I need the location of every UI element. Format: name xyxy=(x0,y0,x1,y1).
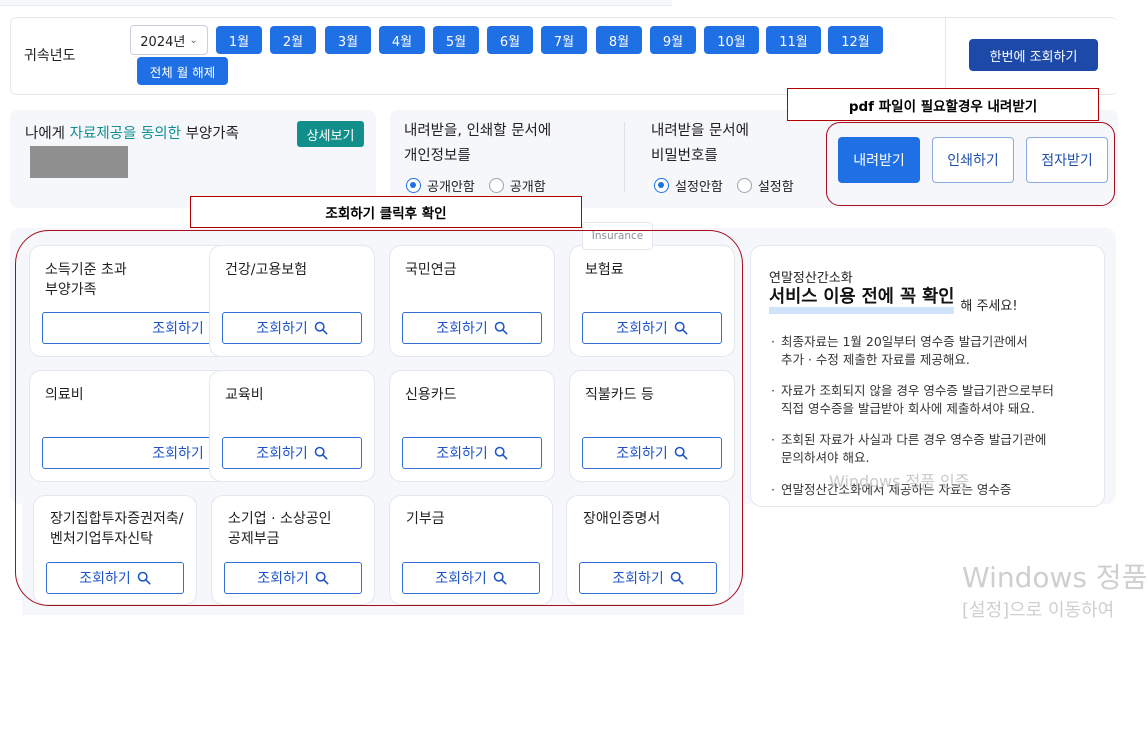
dependents-title: 나에게 자료제공을 동의한 부양가족 xyxy=(25,122,239,143)
year-label: 귀속년도 xyxy=(24,48,76,64)
notice-tail: 해 주세요! xyxy=(960,299,1018,314)
privacy-radio-hide[interactable] xyxy=(406,178,421,193)
password-title-line2: 비밀번호를 xyxy=(651,148,718,164)
privacy-radio-group: 공개안함 공개함 xyxy=(406,176,546,195)
password-radio-none[interactable] xyxy=(654,178,669,193)
password-option-title: 내려받을 문서에 비밀번호를 xyxy=(651,119,749,169)
month-button[interactable]: 4월 xyxy=(379,26,425,54)
query-annotation: 조회하기 클릭후 확인 xyxy=(190,196,582,228)
notice-card: 연말정산간소화 서비스 이용 전에 꼭 확인 해 주세요! 최종자료는 1월 2… xyxy=(750,245,1105,507)
month-button[interactable]: 9월 xyxy=(650,26,696,54)
dependents-title-pre: 나에게 xyxy=(25,126,70,142)
privacy-option-hide-label: 공개안함 xyxy=(427,180,475,195)
notice-bullet-line: 조회된 자료가 사실과 다른 경우 영수증 발급기관에 xyxy=(781,432,1047,447)
month-button[interactable]: 10월 xyxy=(704,26,759,54)
query-all-button[interactable]: 한번에 조회하기 xyxy=(969,39,1098,71)
month-button[interactable]: 5월 xyxy=(433,26,479,54)
notice-big-title: 서비스 이용 전에 꼭 확인 xyxy=(769,287,955,314)
redacted-name-block xyxy=(30,146,128,178)
notice-heading: 서비스 이용 전에 꼭 확인 해 주세요! xyxy=(769,287,1018,314)
month-button[interactable]: 1월 xyxy=(216,26,262,54)
password-radio-set[interactable] xyxy=(736,178,752,193)
month-button[interactable]: 2월 xyxy=(270,26,316,54)
notice-bullet-line: 추가 · 수정 제출한 자료를 제공해요. xyxy=(781,352,970,367)
notice-bullet-line: 자료가 조회되지 않을 경우 영수증 발급기관으로부터 xyxy=(781,383,1054,398)
activation-watermark-inner: Windows 정품 인증 xyxy=(829,472,970,491)
year-select[interactable]: 2024년 ⌄ xyxy=(130,25,208,55)
notice-bullet: 조회된 자료가 사실과 다른 경우 영수증 발급기관에문의하셔야 해요. xyxy=(771,431,1047,467)
top-strip xyxy=(0,0,672,6)
month-button[interactable]: 12월 xyxy=(828,26,883,54)
privacy-radio-show[interactable] xyxy=(488,178,504,193)
year-value: 2024년 xyxy=(140,34,186,50)
divider xyxy=(945,18,946,92)
clear-all-months-button[interactable]: 전체 월 해제 xyxy=(137,57,228,85)
detail-view-button[interactable]: 상세보기 xyxy=(297,121,364,147)
notice-bullet: 자료가 조회되지 않을 경우 영수증 발급기관으로부터직접 영수증을 발급받아 … xyxy=(771,382,1054,418)
action-buttons-highlight xyxy=(826,122,1115,206)
password-title-line1: 내려받을 문서에 xyxy=(651,123,749,139)
activation-watermark-subtitle: [설정]으로 이동하여 xyxy=(962,600,1115,621)
notice-bullet-line: 직접 영수증을 발급받아 회사에 제출하셔야 돼요. xyxy=(781,401,1035,416)
password-radio-group: 설정안함 설정함 xyxy=(654,176,794,195)
password-option-none-label: 설정안함 xyxy=(675,180,723,195)
month-button[interactable]: 3월 xyxy=(325,26,371,54)
privacy-option-title: 내려받을, 인쇄할 문서에 개인정보를 xyxy=(404,119,551,169)
cards-highlight xyxy=(15,230,743,606)
notice-bullet-line: 문의하셔야 해요. xyxy=(781,450,870,465)
pdf-download-annotation: pdf 파일이 필요할경우 내려받기 xyxy=(787,88,1099,121)
options-divider xyxy=(624,122,625,192)
privacy-title-line1: 내려받을, 인쇄할 문서에 xyxy=(404,123,552,139)
password-option-set-label: 설정함 xyxy=(757,180,794,195)
dependents-title-post: 부양가족 xyxy=(180,126,239,142)
privacy-option-show-label: 공개함 xyxy=(509,180,546,195)
month-button[interactable]: 7월 xyxy=(541,26,587,54)
month-button[interactable]: 8월 xyxy=(596,26,642,54)
dependents-title-highlight: 자료제공을 동의한 xyxy=(69,126,181,142)
privacy-title-line2: 개인정보를 xyxy=(404,148,471,164)
chevron-down-icon: ⌄ xyxy=(189,34,198,46)
activation-watermark-title: Windows 정품 xyxy=(962,561,1148,594)
month-button[interactable]: 6월 xyxy=(487,26,533,54)
notice-bullet: 최종자료는 1월 20일부터 영수증 발급기관에서추가 · 수정 제출한 자료를… xyxy=(771,333,1028,369)
month-button[interactable]: 11월 xyxy=(766,26,821,54)
notice-small-title: 연말정산간소화 xyxy=(769,271,853,286)
notice-bullet-line: 최종자료는 1월 20일부터 영수증 발급기관에서 xyxy=(781,334,1028,349)
